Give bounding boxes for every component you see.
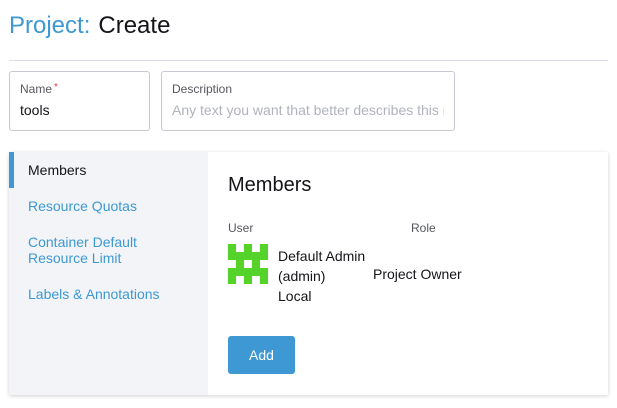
column-header-role: Role [411,221,436,235]
identicon-avatar [228,244,268,284]
member-provider: Local [278,288,312,304]
tab-resource-quotas[interactable]: Resource Quotas [9,198,208,214]
page-header: Project: Create [9,12,170,42]
member-display-name: Default Admin [278,248,366,264]
identicon-avatar-graphic [228,244,268,284]
tab-labels-annotations[interactable]: Labels & Annotations [9,286,208,302]
members-heading: Members [228,174,312,196]
member-username: (admin) [278,268,326,284]
description-input[interactable] [172,102,444,118]
required-marker: * [54,82,58,93]
name-input[interactable] [20,102,139,118]
section-tabs: Members Resource Quotas Container Defaul… [9,152,208,395]
header-divider [9,60,608,61]
column-header-user: User [228,221,254,235]
tab-members[interactable]: Members [9,152,208,188]
project-settings-panel: Members Resource Quotas Container Defaul… [9,152,608,395]
name-label: Name * [20,82,58,96]
members-section: Members User Role Default Admin (admin) … [208,152,608,395]
member-user: Default Admin (admin) Local [278,246,365,306]
page-title: Create [98,12,171,39]
name-field: Name * [9,71,150,131]
member-role: Project Owner [373,266,462,282]
description-field: Description [161,71,455,131]
breadcrumb-project: Project: [9,12,91,39]
add-member-button[interactable]: Add [228,336,295,374]
tab-container-default-resource-limit[interactable]: Container Default Resource Limit [9,234,159,266]
description-label: Description [172,82,233,96]
